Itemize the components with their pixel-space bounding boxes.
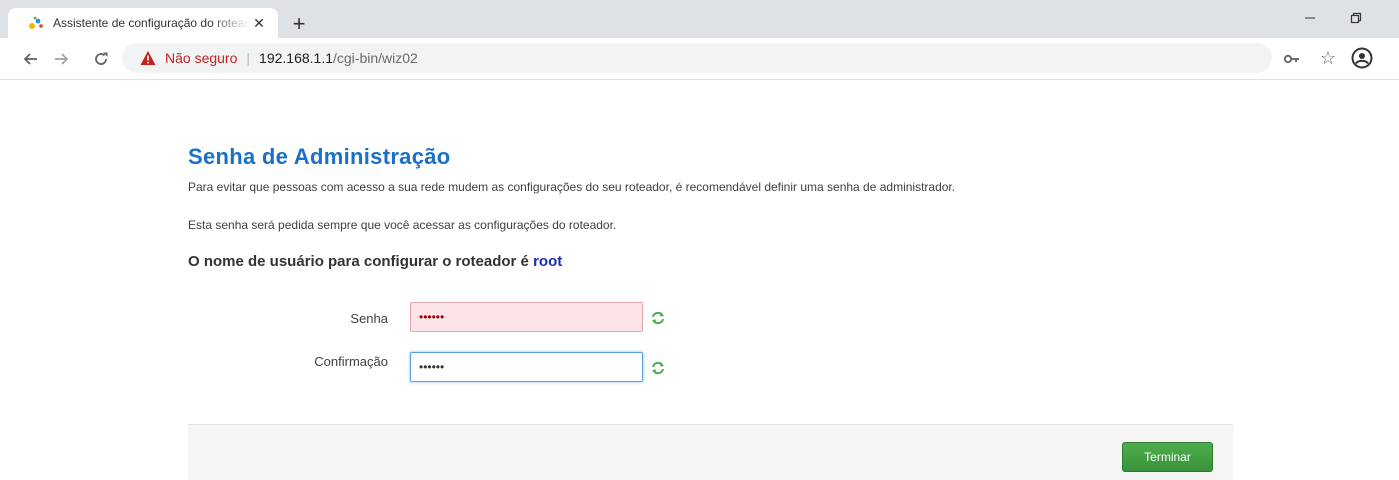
- description-text: Para evitar que pessoas com acesso a sua…: [188, 180, 956, 194]
- restore-icon: [1350, 12, 1362, 24]
- description-text-secondary: Esta senha será pedida sempre que você a…: [188, 218, 617, 232]
- password-input[interactable]: [410, 302, 643, 332]
- wizard-content: Senha de Administração Para evitar que p…: [188, 80, 1233, 480]
- url-host: 192.168.1.1: [259, 50, 333, 66]
- minimize-button[interactable]: [1290, 6, 1330, 30]
- browser-toolbar: Não seguro | 192.168.1.1 /cgi-bin/wiz02 …: [0, 38, 1399, 80]
- address-bar[interactable]: Não seguro | 192.168.1.1 /cgi-bin/wiz02: [122, 43, 1272, 73]
- key-icon[interactable]: [1283, 50, 1301, 68]
- browser-tab[interactable]: Assistente de configuração do roteador ✕: [8, 8, 278, 38]
- reload-icon: [95, 52, 108, 65]
- url-path: /cgi-bin/wiz02: [333, 50, 418, 66]
- password-label: Senha: [350, 311, 388, 326]
- refresh-password-icon[interactable]: [650, 310, 666, 326]
- restore-button[interactable]: [1336, 6, 1376, 30]
- username-heading-text: O nome de usuário para configurar o rote…: [188, 253, 534, 270]
- finish-button[interactable]: Terminar: [1122, 442, 1213, 472]
- arrow-left-icon: [23, 53, 37, 65]
- security-label[interactable]: Não seguro: [165, 50, 237, 66]
- reload-button[interactable]: [88, 46, 114, 72]
- refresh-confirmation-icon[interactable]: [650, 360, 666, 376]
- warning-icon: [140, 51, 156, 65]
- address-separator: |: [246, 50, 251, 66]
- tab-close-icon[interactable]: ✕: [250, 14, 268, 32]
- profile-icon[interactable]: [1350, 46, 1374, 70]
- tab-title: Assistente de configuração do roteador: [53, 16, 250, 30]
- forward-button[interactable]: [48, 46, 74, 72]
- confirmation-label: Confirmação: [314, 354, 388, 369]
- username-heading: O nome de usuário para configurar o rote…: [188, 253, 562, 270]
- confirmation-input[interactable]: [410, 352, 643, 382]
- page-title: Senha de Administração: [188, 144, 451, 169]
- back-button[interactable]: [18, 46, 44, 72]
- new-tab-button[interactable]: +: [287, 12, 311, 36]
- minimize-icon: [1305, 17, 1315, 19]
- router-favicon-icon: [29, 16, 43, 29]
- bookmark-star-icon[interactable]: ☆: [1317, 47, 1339, 69]
- tab-strip: Assistente de configuração do roteador ✕…: [0, 0, 1399, 38]
- wizard-footer: Terminar: [188, 424, 1233, 480]
- arrow-right-icon: [55, 53, 69, 65]
- username-value: root: [533, 253, 563, 270]
